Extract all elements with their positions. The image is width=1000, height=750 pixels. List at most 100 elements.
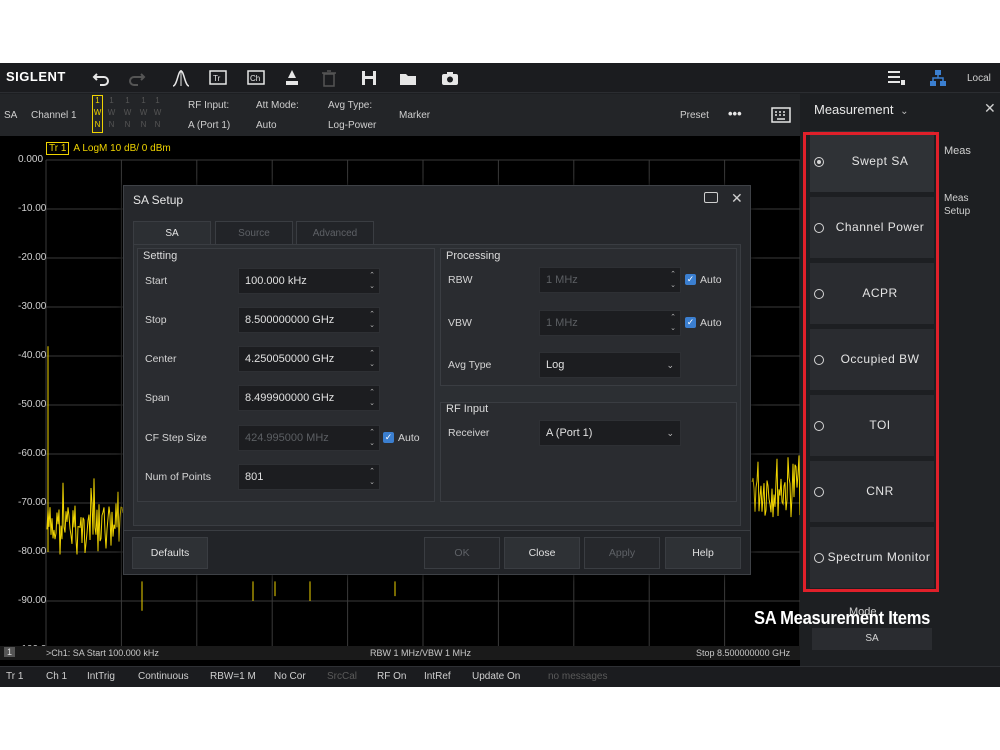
num-points-value: 801 xyxy=(245,471,264,483)
close-icon[interactable]: ✕ xyxy=(984,100,996,117)
bottom-update[interactable]: Update On xyxy=(472,671,520,682)
trace-icon[interactable]: Tr xyxy=(207,67,229,89)
y-tick-label: -60.00 xyxy=(18,448,47,459)
y-tick-label: -40.00 xyxy=(18,350,47,361)
bottom-srccal[interactable]: SrcCal xyxy=(327,671,357,682)
open-folder-icon[interactable] xyxy=(397,67,419,89)
start-freq-info: >Ch1: SA Start 100.000 kHz xyxy=(46,648,159,658)
apply-button[interactable]: Apply xyxy=(584,537,660,569)
bottom-rf[interactable]: RF On xyxy=(377,671,406,682)
siglent-logo: SIGLENT xyxy=(6,69,66,84)
att-mode-label: Att Mode: xyxy=(256,100,299,111)
spin-arrows-icon[interactable]: ⌃ ⌄ xyxy=(367,270,377,292)
tab-sa[interactable]: SA xyxy=(133,221,211,245)
tab-source[interactable]: Source xyxy=(215,221,293,245)
side-tab-meas-setup[interactable]: Meas Setup xyxy=(944,192,970,218)
bottom-trig[interactable]: IntTrig xyxy=(87,671,115,682)
y-tick-label: -50.00 xyxy=(18,399,47,410)
cf-step-value: 424.995000 MHz xyxy=(245,432,329,444)
close-button[interactable]: Close xyxy=(504,537,580,569)
dialog-footer: Defaults OK Close Apply Help xyxy=(124,530,750,574)
rbw-auto-checkbox[interactable]: ✓ xyxy=(685,274,696,285)
measurement-panel-title[interactable]: Measurement ⌄ xyxy=(814,102,909,117)
rbw-input[interactable]: 1 MHz ⌃ ⌄ xyxy=(539,267,681,293)
rf-input-value[interactable]: A (Port 1) xyxy=(188,120,230,131)
trace-status-grid[interactable]: 1 W N 1WN 1WN 1WN 1WN xyxy=(92,95,167,134)
network-icon[interactable] xyxy=(927,67,949,89)
side-tab-meas[interactable]: Meas xyxy=(944,145,971,158)
camera-icon[interactable] xyxy=(439,67,461,89)
start-input[interactable]: 100.000 kHz ⌃ ⌄ xyxy=(238,268,380,294)
vbw-input[interactable]: 1 MHz ⌃ ⌄ xyxy=(539,310,681,336)
avg-type-value: Log xyxy=(546,359,565,371)
cal-icon[interactable] xyxy=(281,67,303,89)
stop-label: Stop xyxy=(145,314,167,326)
rf-input-title: RF Input xyxy=(446,403,489,415)
spin-arrows-icon[interactable]: ⌃ ⌄ xyxy=(668,269,678,291)
dialog-title: SA Setup xyxy=(133,193,184,207)
spin-arrows-icon[interactable]: ⌃ ⌄ xyxy=(367,387,377,409)
defaults-button[interactable]: Defaults xyxy=(132,537,208,569)
span-input[interactable]: 8.499900000 GHz ⌃ ⌄ xyxy=(238,385,380,411)
span-label: Span xyxy=(145,392,170,404)
start-value: 100.000 kHz xyxy=(245,275,307,287)
bottom-cor[interactable]: No Cor xyxy=(274,671,306,682)
bottom-rbw[interactable]: RBW=1 M xyxy=(210,671,256,682)
cf-step-auto-checkbox[interactable]: ✓ xyxy=(383,432,394,443)
trace-label[interactable]: Tr 1A LogM 10 dB/ 0 dBm xyxy=(46,142,171,155)
mode-select[interactable]: SA xyxy=(812,628,932,650)
channel-icon[interactable]: Ch xyxy=(245,67,267,89)
menu-list-icon[interactable] xyxy=(885,67,907,89)
y-tick-label: -10.00 xyxy=(18,203,47,214)
avg-type-label: Avg Type xyxy=(448,359,492,371)
spin-arrows-icon[interactable]: ⌃ ⌄ xyxy=(367,309,377,331)
spin-arrows-icon[interactable]: ⌃ ⌄ xyxy=(367,466,377,488)
help-button[interactable]: Help xyxy=(665,537,741,569)
avg-type-value[interactable]: Log-Power xyxy=(328,120,376,131)
center-input[interactable]: 4.250050000 GHz ⌃ ⌄ xyxy=(238,346,380,372)
avg-type-select[interactable]: Log ⌄ xyxy=(539,352,681,378)
bottom-tr[interactable]: Tr 1 xyxy=(6,671,23,682)
stop-freq-info: Stop 8.500000000 GHz xyxy=(696,648,791,658)
spin-arrows-icon[interactable]: ⌃ ⌄ xyxy=(367,348,377,370)
stop-input[interactable]: 8.500000000 GHz ⌃ ⌄ xyxy=(238,307,380,333)
redo-icon[interactable] xyxy=(126,67,148,89)
rbw-label: RBW xyxy=(448,274,473,286)
cf-step-input[interactable]: 424.995000 MHz ⌃ ⌄ xyxy=(238,425,380,451)
undo-icon[interactable] xyxy=(90,67,112,89)
keyboard-icon[interactable] xyxy=(770,104,792,126)
mode-label[interactable]: SA xyxy=(4,110,17,121)
receiver-select[interactable]: A (Port 1) ⌄ xyxy=(539,420,681,446)
bottom-sweep[interactable]: Continuous xyxy=(138,671,189,682)
delete-icon[interactable] xyxy=(318,67,340,89)
y-tick-label: 0.000 xyxy=(18,154,44,165)
spin-arrows-icon[interactable]: ⌃ ⌄ xyxy=(668,312,678,334)
y-tick-label: -70.00 xyxy=(18,497,47,508)
stop-value: 8.500000000 GHz xyxy=(245,314,335,326)
att-mode-value[interactable]: Auto xyxy=(256,120,277,131)
ok-button[interactable]: OK xyxy=(424,537,500,569)
spin-arrows-icon[interactable]: ⌃ ⌄ xyxy=(367,427,377,449)
side-tab-meas-setup-line1: Meas xyxy=(944,193,969,204)
num-points-input[interactable]: 801 ⌃ ⌄ xyxy=(238,464,380,490)
trace-scale: A LogM 10 dB/ 0 dBm xyxy=(73,143,171,154)
channel-label[interactable]: Channel 1 xyxy=(31,110,77,121)
bottom-ref[interactable]: IntRef xyxy=(424,671,451,682)
chevron-down-icon: ⌄ xyxy=(900,106,909,117)
receiver-label: Receiver xyxy=(448,427,490,439)
dialog-close-icon[interactable]: ✕ xyxy=(731,190,743,207)
vbw-auto-checkbox[interactable]: ✓ xyxy=(685,317,696,328)
y-tick-label: -20.00 xyxy=(18,252,47,263)
save-icon[interactable] xyxy=(358,67,380,89)
preset-button[interactable]: Preset xyxy=(680,110,709,121)
screenshot-icon[interactable] xyxy=(704,192,718,203)
svg-text:Tr: Tr xyxy=(213,74,221,83)
processing-title: Processing xyxy=(446,250,501,262)
rbw-auto-label: Auto xyxy=(700,274,722,286)
bottom-status-bar: Tr 1 Ch 1 IntTrig Continuous RBW=1 M No … xyxy=(0,666,1000,687)
marker-label[interactable]: Marker xyxy=(399,110,430,121)
bottom-ch[interactable]: Ch 1 xyxy=(46,671,67,682)
marker-icon[interactable] xyxy=(170,67,192,89)
tab-advanced[interactable]: Advanced xyxy=(296,221,374,245)
more-button[interactable]: ••• xyxy=(728,106,742,121)
